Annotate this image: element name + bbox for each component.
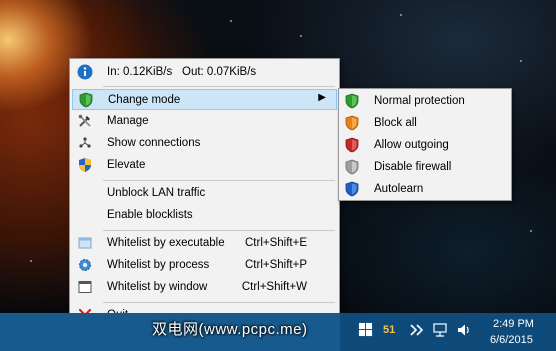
whitelist-window-label: Whitelist by window bbox=[107, 281, 208, 293]
menu-separator bbox=[103, 230, 335, 231]
show-connections-item[interactable]: Show connections bbox=[72, 133, 337, 154]
whitelist-window-shortcut: Ctrl+Shift+W bbox=[241, 281, 307, 293]
clock-date[interactable]: 6/6/2015 bbox=[490, 334, 533, 346]
manage-label: Manage bbox=[107, 115, 149, 127]
manage-item[interactable]: Manage bbox=[72, 111, 337, 132]
network-tray-icon[interactable] bbox=[432, 322, 448, 338]
traffic-status: In: 0.12KiB/s Out: 0.07KiB/s bbox=[72, 62, 337, 83]
process-gear-icon bbox=[79, 259, 91, 271]
star bbox=[230, 20, 232, 22]
change-mode-item[interactable]: Change mode ▶ bbox=[72, 89, 337, 110]
whitelist-process-item[interactable]: Whitelist by process Ctrl+Shift+P bbox=[72, 255, 337, 276]
change-mode-label: Change mode bbox=[108, 94, 181, 106]
green-shield-icon bbox=[79, 92, 93, 108]
elevate-label: Elevate bbox=[107, 159, 146, 171]
autolearn-label: Autolearn bbox=[374, 183, 424, 195]
menu-separator bbox=[103, 86, 335, 87]
whitelist-executable-shortcut: Ctrl+Shift+E bbox=[245, 237, 307, 249]
windows-flag-icon[interactable] bbox=[358, 322, 373, 337]
show-connections-label: Show connections bbox=[107, 137, 201, 149]
whitelist-executable-item[interactable]: Whitelist by executable Ctrl+Shift+E bbox=[72, 233, 337, 254]
menu-separator bbox=[103, 302, 335, 303]
whitelist-executable-label: Whitelist by executable bbox=[107, 237, 225, 249]
elevate-item[interactable]: Elevate bbox=[72, 155, 337, 176]
disable-firewall-item[interactable]: Disable firewall bbox=[341, 157, 509, 178]
enable-blocklists-label: Enable blocklists bbox=[107, 209, 193, 221]
whitelist-window-item[interactable]: Whitelist by window Ctrl+Shift+W bbox=[72, 277, 337, 298]
block-all-item[interactable]: Block all bbox=[341, 113, 509, 134]
network-icon bbox=[79, 137, 91, 148]
orange-shield-icon bbox=[345, 115, 359, 131]
autolearn-item[interactable]: Autolearn bbox=[341, 179, 509, 200]
normal-protection-label: Normal protection bbox=[374, 95, 465, 107]
uac-shield-icon bbox=[79, 158, 91, 172]
star bbox=[30, 260, 32, 262]
normal-protection-item[interactable]: Normal protection bbox=[341, 91, 509, 112]
blue-shield-icon bbox=[345, 181, 359, 197]
tray-badge-count[interactable]: 51 bbox=[383, 324, 395, 336]
block-all-label: Block all bbox=[374, 117, 417, 129]
traffic-in: In: 0.12KiB/s bbox=[107, 66, 173, 78]
whitelist-process-shortcut: Ctrl+Shift+P bbox=[245, 259, 307, 271]
allow-outgoing-item[interactable]: Allow outgoing bbox=[341, 135, 509, 156]
info-icon bbox=[77, 64, 93, 80]
menu-separator bbox=[103, 180, 335, 181]
whitelist-process-label: Whitelist by process bbox=[107, 259, 210, 271]
green-shield-icon bbox=[345, 93, 359, 109]
traffic-out: Out: 0.07KiB/s bbox=[182, 66, 257, 78]
unblock-lan-label: Unblock LAN traffic bbox=[107, 187, 206, 199]
unblock-lan-item[interactable]: Unblock LAN traffic bbox=[72, 183, 337, 204]
clock-time[interactable]: 2:49 PM bbox=[493, 318, 534, 330]
enable-blocklists-item[interactable]: Enable blocklists bbox=[72, 205, 337, 226]
context-menu: In: 0.12KiB/s Out: 0.07KiB/s Change mode… bbox=[69, 58, 340, 332]
window-icon bbox=[78, 281, 92, 293]
executable-icon bbox=[78, 237, 92, 249]
tray-app-icon[interactable] bbox=[408, 322, 424, 338]
submenu-arrow-icon: ▶ bbox=[318, 92, 326, 103]
change-mode-submenu: Normal protection Block all Allow outgoi… bbox=[338, 88, 512, 201]
star bbox=[400, 14, 402, 16]
disable-firewall-label: Disable firewall bbox=[374, 161, 452, 173]
star bbox=[300, 35, 302, 37]
watermark-text: 双电网(www.pcpc.me) bbox=[152, 321, 308, 338]
gray-shield-icon bbox=[345, 159, 359, 175]
star bbox=[530, 230, 532, 232]
star bbox=[520, 60, 522, 62]
allow-outgoing-label: Allow outgoing bbox=[374, 139, 449, 151]
tools-icon bbox=[78, 114, 91, 127]
red-shield-icon bbox=[345, 137, 359, 153]
volume-icon[interactable] bbox=[456, 322, 472, 338]
